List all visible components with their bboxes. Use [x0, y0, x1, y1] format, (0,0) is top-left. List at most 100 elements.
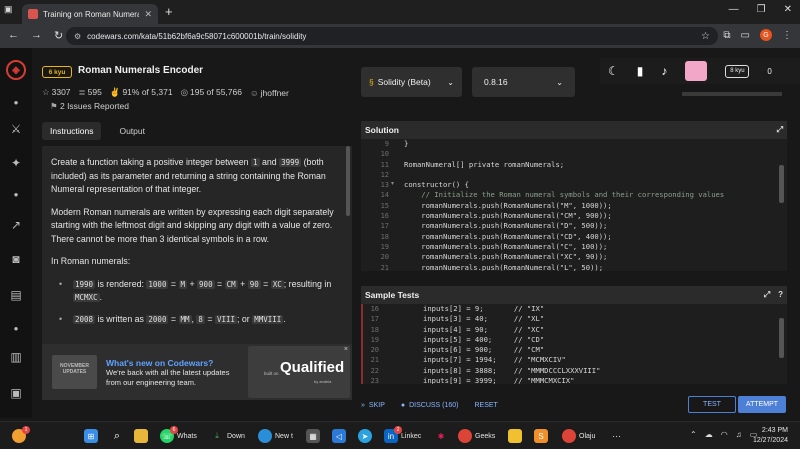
issues-link[interactable]: ⚑ 2 Issues Reported: [50, 101, 129, 112]
promo-banner[interactable]: NOVEMBER UPDATES What's new on Codewars?…: [42, 344, 352, 400]
bookmark-icon[interactable]: ▮: [637, 64, 644, 78]
dot-icon[interactable]: ●: [8, 190, 24, 206]
sidebar-toggle-icon[interactable]: ▭: [741, 30, 750, 41]
promo-title[interactable]: What's new on Codewars?: [106, 358, 213, 368]
discord-icon[interactable]: ◙: [8, 252, 24, 268]
instructions-scrollbar[interactable]: [346, 146, 350, 216]
search-button[interactable]: ⌕: [110, 427, 124, 445]
edge-icon: [258, 429, 272, 443]
tab-search-icon[interactable]: ▣: [4, 4, 13, 15]
restore-icon[interactable]: ❐: [757, 4, 766, 15]
site-info-icon[interactable]: ⚙: [74, 32, 81, 41]
notifications-bell-icon[interactable]: ♪: [661, 64, 667, 78]
wifi-icon[interactable]: ◠: [721, 430, 728, 439]
start-button[interactable]: ⊞: [84, 427, 98, 445]
vscode-taskbar-item[interactable]: ◁: [332, 427, 346, 445]
author-stat[interactable]: ☺ jhoffner: [250, 88, 289, 98]
bookmark-star-icon[interactable]: ☆: [701, 31, 710, 42]
close-window-icon[interactable]: ✕: [784, 4, 792, 15]
tab-close-icon[interactable]: ✕: [144, 9, 152, 20]
chat-icon[interactable]: ▤: [8, 288, 24, 304]
user-avatar[interactable]: [685, 61, 708, 81]
downloads-taskbar-item[interactable]: ⤓ Down: [210, 427, 245, 445]
expand-icon[interactable]: ⤢: [777, 125, 783, 135]
reset-button[interactable]: RESET: [475, 402, 498, 409]
file-explorer-button[interactable]: [134, 427, 148, 445]
taskbar-label: Whats: [177, 432, 197, 440]
docs-icon[interactable]: ▥: [8, 350, 24, 366]
training-icon[interactable]: ⚔: [8, 122, 24, 138]
clock-time: 2:43 PM: [761, 427, 788, 434]
edge-taskbar-item[interactable]: New t: [258, 427, 293, 445]
stars-stat[interactable]: ☆ 3307: [42, 87, 71, 98]
minimize-icon[interactable]: —: [729, 4, 739, 15]
sample-tests-editor[interactable]: 16 17 18 19 20 21 22 23 inputs[2] = 9; // "IX" i…: [361, 304, 787, 384]
fold-chevron-icon[interactable]: ▾: [391, 180, 394, 187]
tab-strip-edge: [682, 92, 782, 96]
tray-chevron-icon[interactable]: ⌃: [690, 430, 697, 439]
ad-close-icon[interactable]: ×: [344, 346, 348, 353]
tab-instructions[interactable]: Instructions: [42, 122, 102, 140]
taskbar-clock[interactable]: 2:43 PM 12/27/2024: [753, 426, 788, 446]
line-number: 15: [380, 201, 389, 210]
solution-editor[interactable]: 9 10 11 12 13 14 15 16 17 18 19 20 21 ▾ } RomanNumer…: [361, 139, 787, 271]
codewars-logo-icon[interactable]: ◈: [6, 60, 26, 80]
attempt-button[interactable]: ATTEMPT: [738, 396, 786, 413]
tests-scrollbar[interactable]: [779, 318, 784, 358]
browser-menu-icon[interactable]: ⋮: [782, 30, 792, 41]
tab-output[interactable]: Output: [111, 122, 153, 140]
theme-moon-icon[interactable]: ☾: [608, 64, 619, 78]
weather-widget[interactable]: 1: [12, 426, 30, 445]
folder-icon: [134, 429, 148, 443]
weather-icon: 1: [12, 426, 30, 443]
store-taskbar-item[interactable]: ▦: [306, 427, 320, 445]
leaderboard-icon[interactable]: ↗: [8, 218, 24, 234]
skip-button[interactable]: » SKIP: [361, 402, 385, 409]
version-select[interactable]: 0.8.16 ⌄: [472, 67, 575, 97]
qualified-ad[interactable]: built on Qualified by andela ×: [248, 346, 350, 398]
back-icon[interactable]: ←: [8, 29, 19, 42]
solidity-icon: §: [369, 77, 374, 87]
telegram-taskbar-item[interactable]: ➤: [358, 427, 372, 445]
sublime-taskbar-item[interactable]: S: [534, 427, 548, 445]
expand-icon[interactable]: ⤢: [764, 290, 770, 300]
chrome-taskbar-item[interactable]: Geeks: [458, 427, 495, 445]
code-line: inputs[7] = 1994; // "MCMXCIV": [423, 355, 566, 365]
cloud-icon[interactable]: ☁: [705, 430, 713, 439]
discuss-button[interactable]: ● DISCUSS (160): [401, 402, 459, 409]
notes-taskbar-item[interactable]: [508, 427, 522, 445]
collections-stat[interactable]: ≣ 595: [79, 87, 102, 98]
extensions-icon[interactable]: ⧉: [723, 30, 730, 41]
new-tab-icon[interactable]: +: [165, 4, 173, 19]
language-select[interactable]: § Solidity (Beta) ⌄: [361, 67, 462, 97]
profile-avatar[interactable]: G: [760, 29, 772, 41]
slack-taskbar-item[interactable]: ✱: [434, 427, 448, 445]
author-icon: ☺: [249, 87, 259, 98]
reload-icon[interactable]: ↻: [54, 29, 63, 42]
browser-tab[interactable]: Training on Roman Numerals Enc ✕: [22, 4, 158, 24]
user-rank-badge[interactable]: 8 kyu: [725, 64, 750, 78]
whatsapp-taskbar-item[interactable]: ☏ 6 Whats: [160, 426, 197, 445]
qualified-logo: Qualified: [280, 359, 345, 376]
more-apps-button[interactable]: ···: [612, 427, 621, 445]
chrome-icon: [458, 429, 472, 443]
chevron-down-icon: ⌄: [447, 77, 454, 87]
chrome-profile-taskbar-item[interactable]: Olaju: [562, 427, 595, 445]
practice-icon[interactable]: ✦: [8, 156, 24, 172]
solution-header: Solution ⤢: [361, 121, 787, 139]
code-lines: inputs[2] = 9; // "IX" inputs[3] = 40; //…: [423, 304, 600, 384]
code-line: romanNumerals.push(RomanNumeral("D", 500…: [404, 221, 608, 231]
linkedin-taskbar-item[interactable]: in 2 Linkec: [384, 426, 421, 445]
solution-scrollbar[interactable]: [779, 165, 784, 203]
test-button[interactable]: TEST: [688, 396, 736, 413]
dot-icon[interactable]: ●: [8, 324, 24, 340]
volume-icon[interactable]: ♫: [736, 430, 742, 439]
forward-icon[interactable]: →: [31, 29, 42, 42]
promo-thumbnail: NOVEMBER UPDATES: [52, 355, 97, 389]
terminal-icon[interactable]: ▣: [8, 386, 24, 402]
url-input[interactable]: ⚙ codewars.com/kata/51b62bf6a9c58071c600…: [66, 27, 718, 45]
dot-icon[interactable]: ●: [8, 98, 24, 114]
store-icon: ▦: [306, 429, 320, 443]
code-line: romanNumerals.push(RomanNumeral("XC", 90…: [404, 252, 608, 262]
help-icon[interactable]: ?: [778, 290, 783, 300]
